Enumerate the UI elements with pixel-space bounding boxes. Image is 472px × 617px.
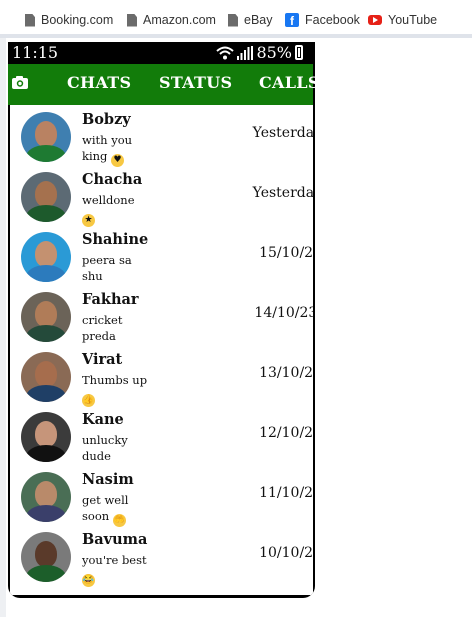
chat-row[interactable]: Bavuma you're best😂 10/10/23	[10, 525, 313, 587]
message-date: 13/10/23	[259, 365, 313, 381]
page-icon	[127, 13, 137, 27]
signal-icon	[237, 45, 254, 60]
status-time: 11:15	[12, 43, 59, 62]
facebook-icon: f	[285, 13, 299, 27]
contact-name: Bobzy	[82, 111, 131, 128]
tab-calls[interactable]: CALLS	[259, 73, 315, 92]
bookmark-ebay[interactable]: eBay	[228, 13, 273, 27]
message-preview: you're best 😂	[82, 553, 147, 587]
avatar	[21, 112, 71, 162]
left-rail	[0, 38, 6, 617]
chat-row[interactable]: Virat Thumbs up👍 13/10/23	[10, 345, 313, 407]
bookmark-label: Facebook	[305, 13, 360, 27]
battery-percent: 85%	[256, 43, 292, 62]
page-icon	[25, 13, 35, 27]
message-date: 14/10/23/	[254, 305, 313, 321]
avatar	[21, 412, 71, 462]
bookmark-label: YouTube	[388, 13, 438, 27]
camera-icon[interactable]	[12, 75, 28, 89]
bookmark-label: Amazon.com	[143, 13, 216, 27]
bookmark-booking[interactable]: Booking.com	[25, 13, 113, 27]
youtube-icon	[368, 15, 382, 25]
contact-name: Nasim	[82, 471, 134, 488]
avatar	[21, 532, 71, 582]
laughing-emoji-icon: 😂	[82, 574, 95, 587]
message-date: 15/10/23	[259, 245, 313, 261]
wifi-icon	[216, 46, 235, 59]
message-preview: with you king ♥	[82, 133, 133, 167]
bookmarks-bar: Booking.com Amazon.com eBay f Facebook Y…	[0, 0, 472, 38]
avatar	[21, 352, 71, 402]
page-icon	[228, 13, 238, 27]
contact-name: Bavuma	[82, 531, 148, 548]
message-preview: unlucky dude	[82, 433, 128, 463]
message-preview: cricket preda	[82, 313, 123, 343]
bookmark-label: Booking.com	[41, 13, 114, 27]
chat-row[interactable]: Kane unlucky dude 12/10/23	[10, 405, 313, 465]
status-bar: 11:15 85%	[8, 42, 315, 64]
phone-frame: 11:15 85% CHATS STATUS CALLS Bobzy with …	[8, 42, 315, 598]
contact-name: Virat	[82, 351, 123, 368]
app-bar: CHATS STATUS CALLS	[8, 64, 315, 105]
bookmark-amazon[interactable]: Amazon.com	[127, 13, 216, 27]
contact-name: Fakhar	[82, 291, 139, 308]
contact-name: Shahine	[82, 231, 149, 248]
contact-name: Chacha	[82, 171, 143, 188]
tab-status[interactable]: STATUS	[159, 73, 232, 92]
message-date: 11/10/23	[259, 485, 313, 501]
bookmark-youtube[interactable]: YouTube	[368, 13, 437, 27]
tab-chats[interactable]: CHATS	[67, 73, 131, 92]
avatar	[21, 292, 71, 342]
message-date: 10/10/23	[259, 545, 313, 561]
chat-row[interactable]: Chacha welldone★ Yesterday	[10, 165, 313, 227]
bookmark-facebook[interactable]: f Facebook	[285, 13, 360, 27]
contact-name: Kane	[82, 411, 124, 428]
avatar	[21, 172, 71, 222]
chat-row[interactable]: Bobzy with you king ♥ Yesterday	[10, 105, 313, 167]
avatar	[21, 232, 71, 282]
chat-list: Bobzy with you king ♥ Yesterday Chacha w…	[10, 105, 313, 595]
message-date: 12/10/23	[259, 425, 313, 441]
message-preview: peera sa shu	[82, 253, 132, 283]
chat-row[interactable]: Shahine peera sa shu 15/10/23	[10, 225, 313, 285]
message-preview: welldone ★	[82, 193, 135, 227]
chat-row[interactable]: Nasim get well soon 🤲 11/10/23	[10, 465, 313, 527]
bookmark-label: eBay	[244, 13, 273, 27]
avatar	[21, 472, 71, 522]
battery-icon	[295, 45, 303, 60]
message-date: Yesterday	[252, 125, 313, 141]
message-preview: Thumbs up 👍	[82, 373, 148, 407]
message-date: Yesterday	[252, 185, 313, 201]
chat-row[interactable]: Fakhar cricket preda 14/10/23/	[10, 285, 313, 345]
message-preview: get well soon 🤲	[82, 493, 129, 527]
